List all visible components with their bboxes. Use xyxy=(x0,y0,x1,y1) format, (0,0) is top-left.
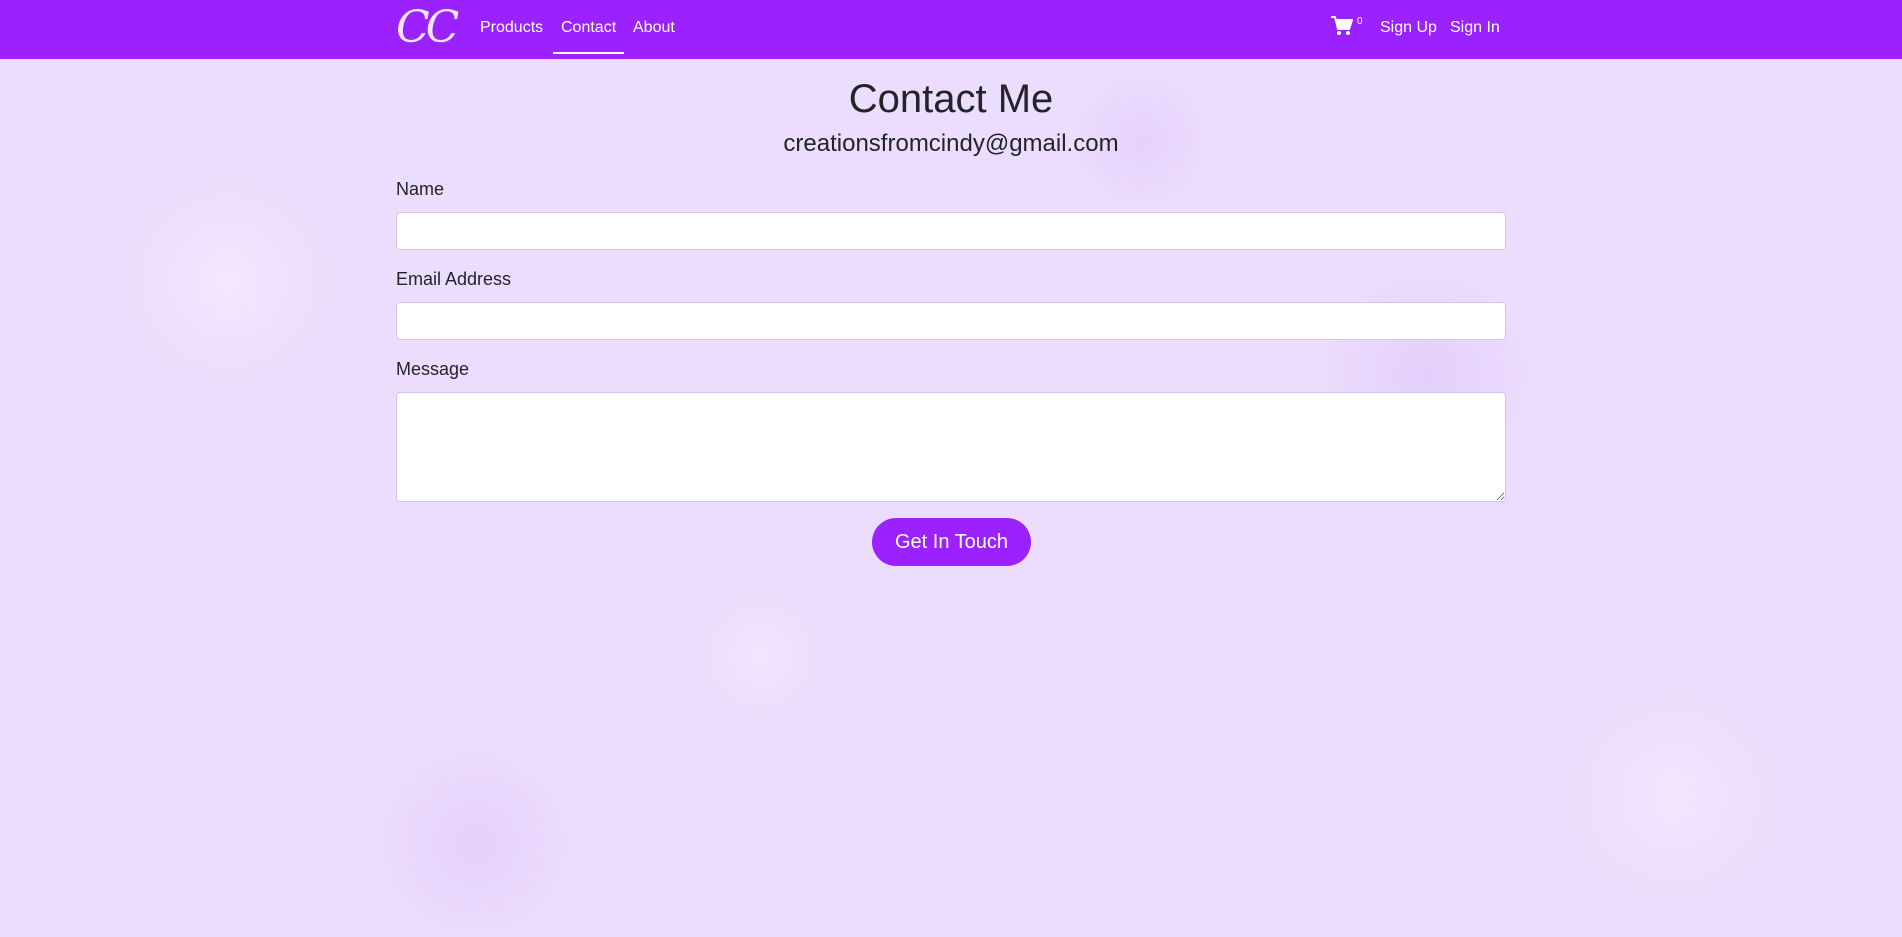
page-title: Contact Me xyxy=(848,77,1054,121)
email-input[interactable] xyxy=(396,302,1506,340)
cart-button[interactable]: 0 xyxy=(1331,14,1367,42)
brand-logo[interactable]: CC xyxy=(396,3,459,53)
cart-count-badge: 0 xyxy=(1357,16,1363,27)
name-input[interactable] xyxy=(396,212,1506,250)
top-navbar: CC Products Contact About 0 Sign Up Sign… xyxy=(0,0,1902,59)
message-label: Message xyxy=(396,359,470,379)
sign-in-link[interactable]: Sign In xyxy=(1450,0,1500,52)
sign-up-link[interactable]: Sign Up xyxy=(1380,0,1437,52)
nav-link-about[interactable]: About xyxy=(633,0,675,52)
email-label: Email Address xyxy=(396,269,512,289)
message-textarea[interactable] xyxy=(396,392,1506,502)
name-label: Name xyxy=(396,179,445,199)
navbar-container: CC Products Contact About 0 Sign Up Sign… xyxy=(396,0,1506,59)
shopping-cart-icon xyxy=(1331,16,1353,35)
nav-link-contact[interactable]: Contact xyxy=(553,0,625,54)
get-in-touch-button[interactable]: Get In Touch xyxy=(872,518,1031,566)
contact-email: creationsfromcindy@gmail.com xyxy=(783,130,1119,157)
nav-link-products[interactable]: Products xyxy=(480,0,543,52)
